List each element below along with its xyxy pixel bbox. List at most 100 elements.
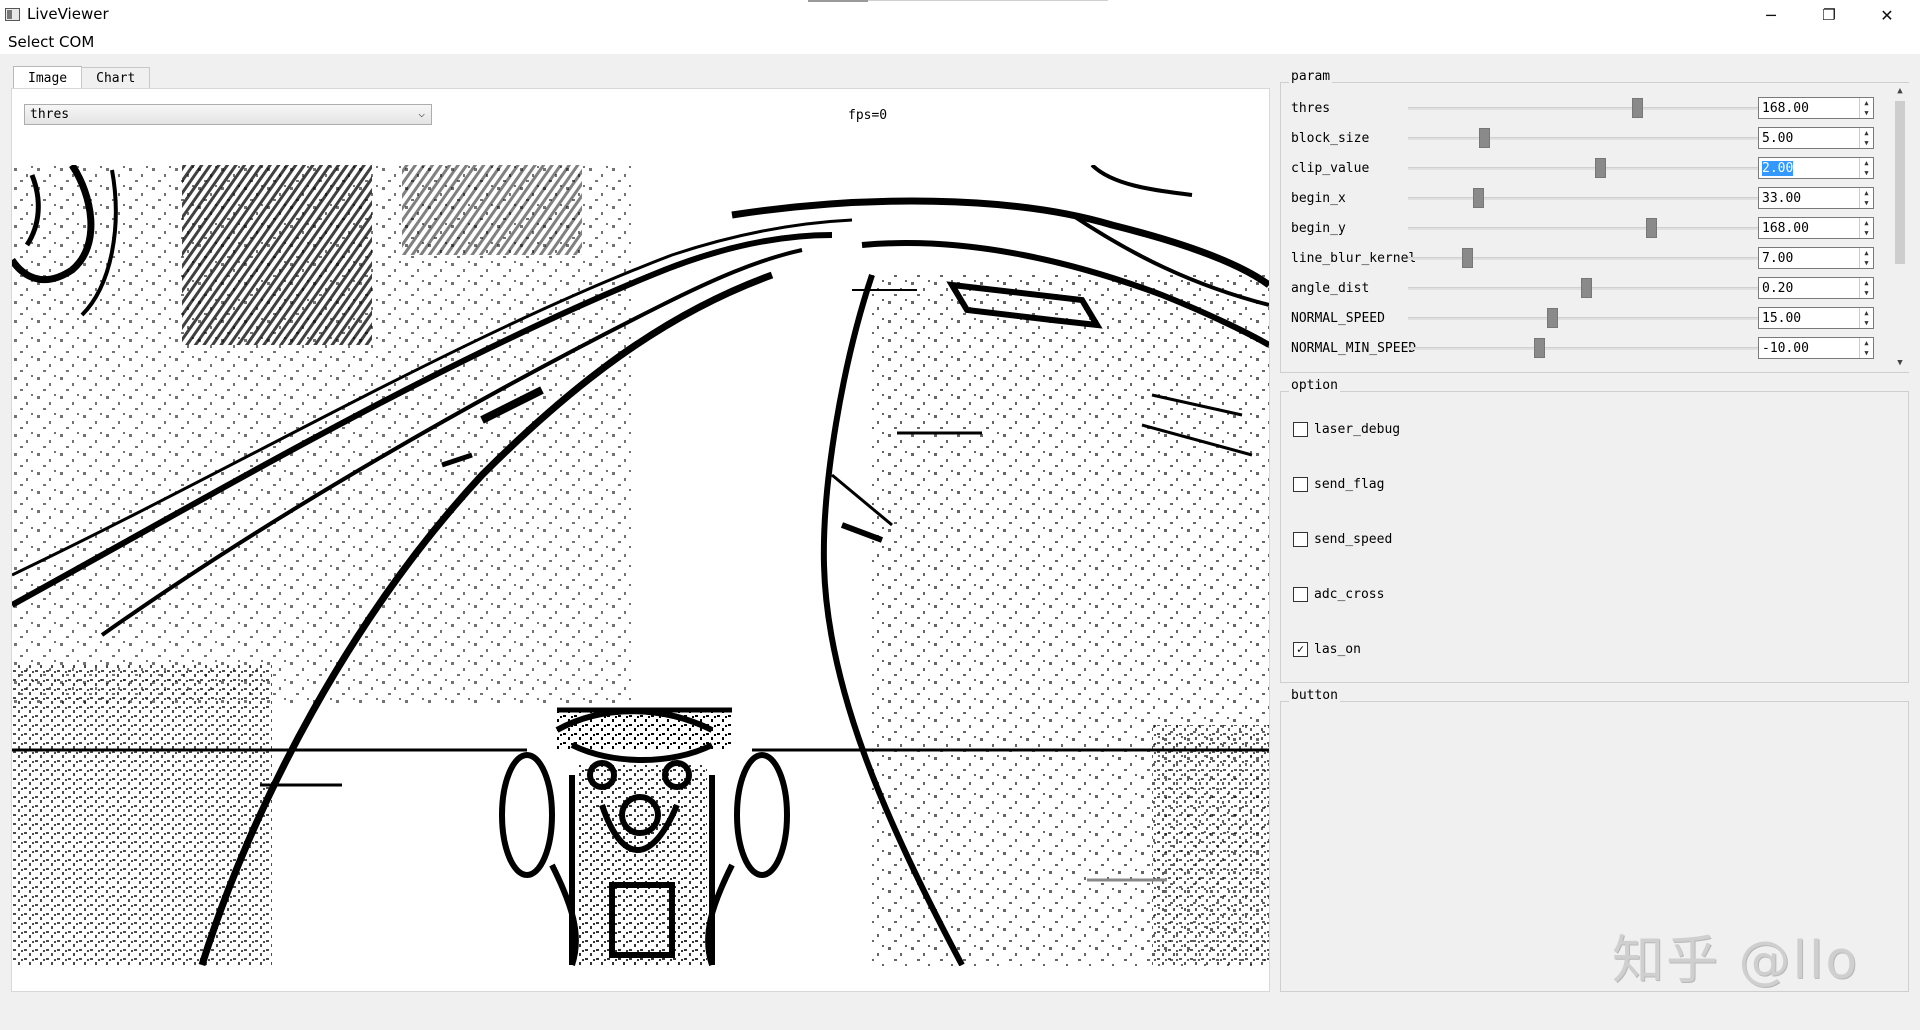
slider-handle[interactable] [1472,188,1484,208]
param-row-line-blur-kernel: line_blur_kernel 7.00 ▲ ▼ [1281,243,1891,273]
tab-chart[interactable]: Chart [81,67,151,89]
param-value: 33.00 [1762,191,1802,206]
option-send-flag[interactable]: send_flag [1293,474,1384,494]
spin-up-icon[interactable]: ▲ [1860,188,1873,198]
spin-up-icon[interactable]: ▲ [1860,128,1873,138]
minimize-button[interactable]: ─ [1742,0,1800,30]
param-slider[interactable] [1408,137,1758,140]
slider-handle[interactable] [1533,338,1545,358]
tab-image[interactable]: Image [13,66,83,89]
param-spinbox[interactable]: 15.00 ▲ ▼ [1758,307,1874,329]
param-row-clip-value: clip_value 2.00 ▲ ▼ [1281,153,1891,183]
spin-down-icon[interactable]: ▼ [1860,108,1873,118]
option-las-on[interactable]: ✓ las_on [1293,639,1361,659]
checkbox-icon[interactable] [1293,531,1308,547]
spin-down-icon[interactable]: ▼ [1860,258,1873,268]
menu-select-com[interactable]: Select COM [8,33,94,51]
title-bar-indicator [808,0,868,2]
option-group-title: option [1289,378,1340,393]
option-adc-cross[interactable]: adc_cross [1293,584,1384,604]
spin-down-icon[interactable]: ▼ [1860,288,1873,298]
slider-handle[interactable] [1581,278,1593,298]
checkbox-icon[interactable] [1293,476,1308,492]
chevron-down-icon: ⌵ [418,107,425,120]
app-icon [5,8,20,21]
slider-handle[interactable] [1632,98,1644,118]
param-label: line_blur_kernel [1291,251,1417,266]
param-label: clip_value [1291,161,1370,176]
spin-up-icon[interactable]: ▲ [1860,158,1873,168]
spin-down-icon[interactable]: ▼ [1860,348,1873,358]
window-title: LiveViewer [27,5,109,23]
checkbox-icon[interactable] [1293,586,1308,602]
param-spinbox[interactable]: 168.00 ▲ ▼ [1758,97,1874,119]
param-list[interactable]: thres 168.00 ▲ ▼ block_size 5.00 ▲ ▼ clip_value 2… [1281,83,1891,372]
param-spinbox[interactable]: 168.00 ▲ ▼ [1758,217,1874,239]
param-group: param thres 168.00 ▲ ▼ block_size 5.00 ▲ ▼ clip_… [1280,69,1909,373]
spin-up-icon[interactable]: ▲ [1860,218,1873,228]
spin-down-icon[interactable]: ▼ [1860,198,1873,208]
param-spinbox[interactable]: 2.00 ▲ ▼ [1758,157,1874,179]
slider-handle[interactable] [1595,158,1606,178]
title-bar: LiveViewer ─ ❐ ✕ [0,0,1920,30]
checkbox-icon[interactable] [1293,421,1308,437]
param-spinbox[interactable]: 5.00 ▲ ▼ [1758,127,1874,149]
close-button[interactable]: ✕ [1858,0,1916,30]
spin-down-icon[interactable]: ▼ [1860,228,1873,238]
spin-buttons: ▲ ▼ [1859,338,1873,358]
param-spinbox[interactable]: 33.00 ▲ ▼ [1758,187,1874,209]
spin-down-icon[interactable]: ▼ [1860,168,1873,178]
spin-down-icon[interactable]: ▼ [1860,138,1873,148]
param-label: NORMAL_MIN_SPEED [1291,341,1417,356]
tab-bar: Image Chart [13,66,151,89]
param-slider[interactable] [1408,107,1758,110]
param-scrollbar[interactable]: ▲ ▼ [1891,83,1909,372]
spin-buttons: ▲ ▼ [1859,278,1873,298]
spin-buttons: ▲ ▼ [1859,248,1873,268]
scroll-up-icon[interactable]: ▲ [1891,83,1909,100]
option-label: adc_cross [1314,586,1385,602]
camera-image [12,165,1269,966]
param-slider[interactable] [1408,167,1758,170]
option-send-speed[interactable]: send_speed [1293,529,1392,549]
param-row-normal-min-speed: NORMAL_MIN_SPEED -10.00 ▲ ▼ [1281,333,1891,363]
param-slider[interactable] [1408,257,1758,260]
param-label: angle_dist [1291,281,1370,296]
display-select[interactable]: thres ⌵ [24,104,432,125]
param-slider[interactable] [1408,317,1758,320]
slider-handle[interactable] [1547,308,1559,328]
menu-bar: Select COM [0,30,1920,54]
param-value: 168.00 [1762,101,1809,116]
slider-handle[interactable] [1646,218,1657,238]
param-spinbox[interactable]: 7.00 ▲ ▼ [1758,247,1874,269]
param-label: thres [1291,101,1331,116]
spin-down-icon[interactable]: ▼ [1860,318,1873,328]
param-slider[interactable] [1408,197,1758,200]
spin-buttons: ▲ ▼ [1859,188,1873,208]
spin-up-icon[interactable]: ▲ [1860,248,1873,258]
param-row-normal-speed: NORMAL_SPEED 15.00 ▲ ▼ [1281,303,1891,333]
param-spinbox[interactable]: 0.20 ▲ ▼ [1758,277,1874,299]
option-laser-debug[interactable]: laser_debug [1293,419,1400,439]
param-slider[interactable] [1408,227,1758,230]
param-spinbox[interactable]: -10.00 ▲ ▼ [1758,337,1874,359]
scroll-down-icon[interactable]: ▼ [1891,355,1909,372]
param-value: 5.00 [1762,131,1794,146]
spin-buttons: ▲ ▼ [1859,158,1873,178]
option-label: laser_debug [1314,421,1401,437]
option-label: send_flag [1314,476,1385,492]
option-label: las_on [1314,641,1361,657]
spin-up-icon[interactable]: ▲ [1860,338,1873,348]
spin-buttons: ▲ ▼ [1859,308,1873,328]
spin-up-icon[interactable]: ▲ [1860,98,1873,108]
slider-handle[interactable] [1479,128,1491,148]
checkbox-checked-icon[interactable]: ✓ [1293,641,1308,657]
spin-up-icon[interactable]: ▲ [1860,278,1873,288]
display-select-value: thres [30,107,70,122]
param-slider[interactable] [1408,347,1758,350]
maximize-button[interactable]: ❐ [1800,0,1858,30]
slider-handle[interactable] [1462,248,1474,268]
fps-label: fps=0 [848,108,888,123]
scroll-thumb[interactable] [1895,101,1905,264]
spin-up-icon[interactable]: ▲ [1860,308,1873,318]
